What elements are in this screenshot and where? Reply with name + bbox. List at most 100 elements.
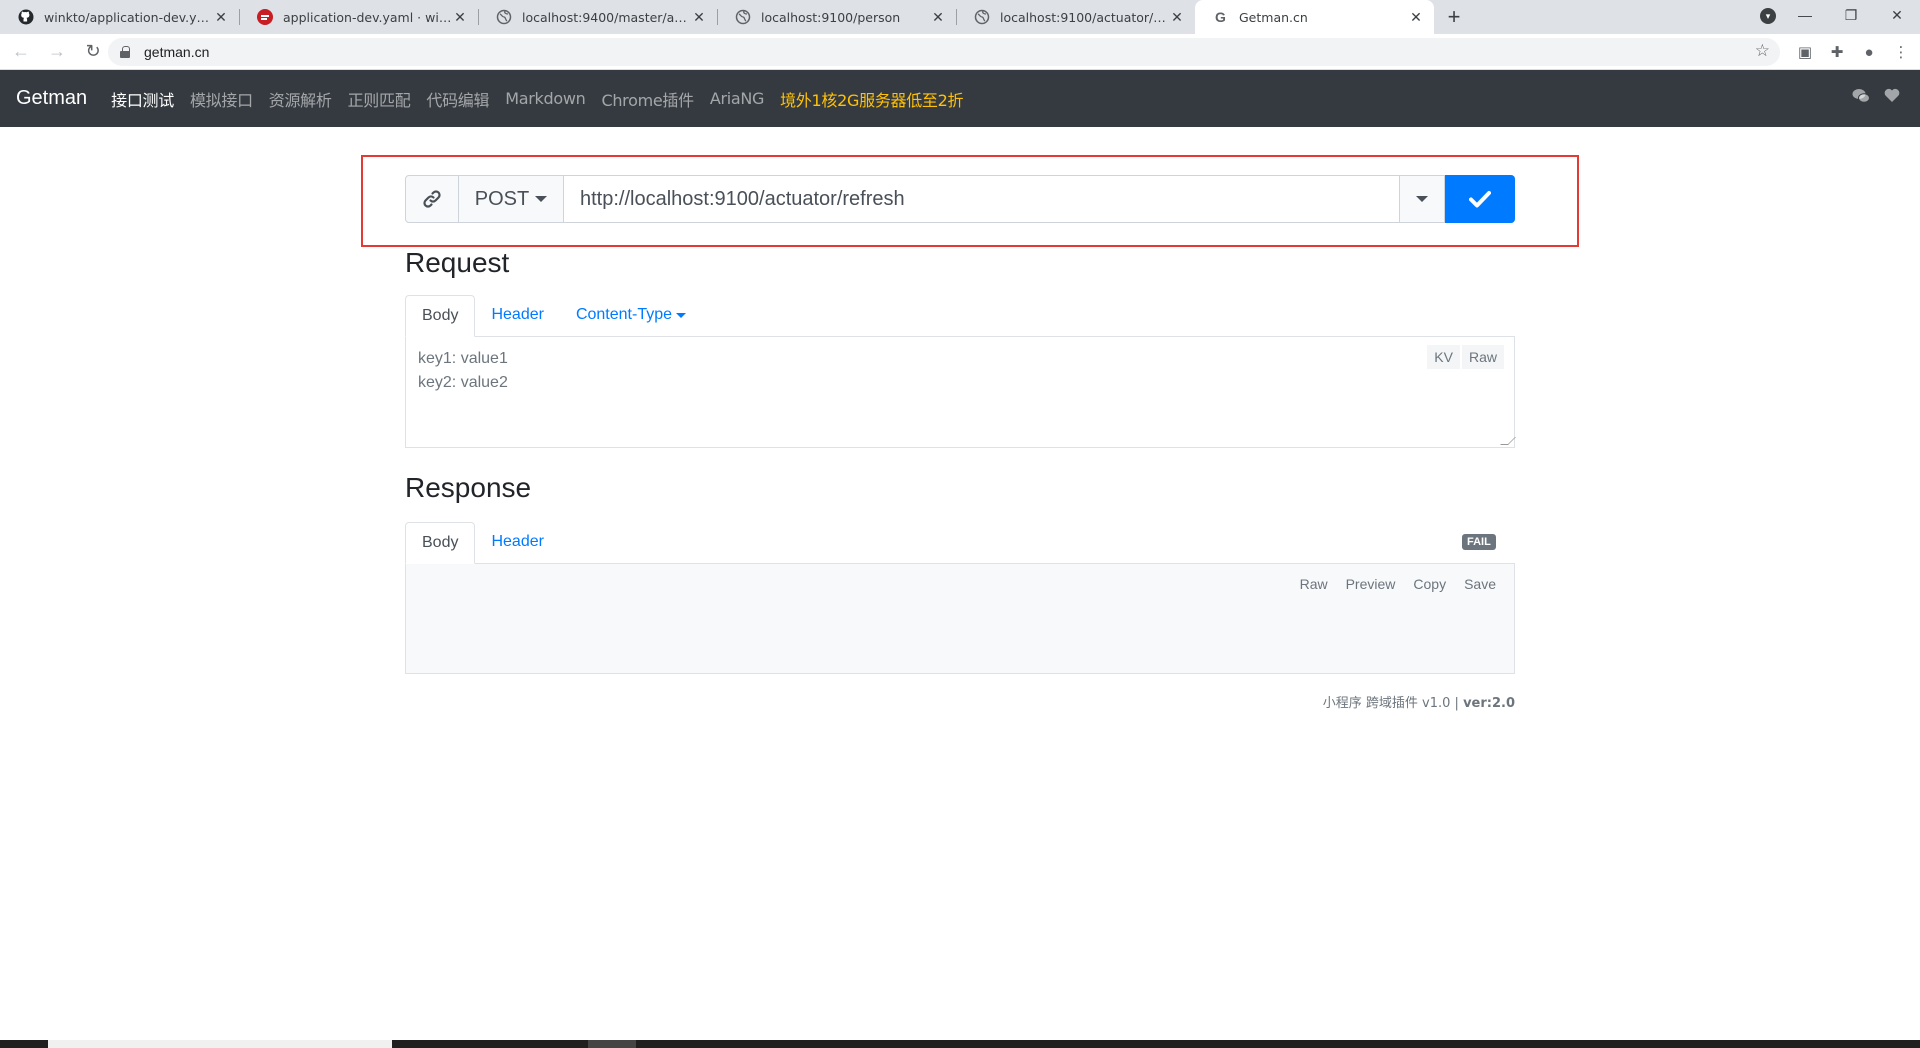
link-icon[interactable] <box>405 175 459 223</box>
back-icon[interactable]: ← <box>6 37 36 67</box>
nav-link-mock-api[interactable]: 模拟接口 <box>190 87 253 111</box>
forward-icon[interactable]: → <box>42 37 72 67</box>
send-button[interactable] <box>1445 175 1515 223</box>
svg-text:G: G <box>1215 9 1226 25</box>
chevron-down-icon <box>676 312 687 318</box>
tab-request-header[interactable]: Header <box>475 294 559 336</box>
tab-title: localhost:9400/master/applicati <box>522 9 691 25</box>
nav-link-api-test[interactable]: 接口测试 <box>111 87 174 111</box>
history-dropdown-button[interactable] <box>1400 175 1445 223</box>
address-bar[interactable]: getman.cn ☆ <box>108 38 1780 66</box>
close-icon[interactable]: ✕ <box>452 9 468 25</box>
restore-icon[interactable]: ❐ <box>1828 0 1874 30</box>
tab-title: localhost:9100/person <box>761 9 901 25</box>
globe-icon <box>974 9 990 25</box>
tab-title: Getman.cn <box>1239 9 1308 25</box>
request-tabs: Body Header Content-Type <box>405 295 1515 337</box>
menu-icon[interactable]: ⋮ <box>1892 38 1910 66</box>
close-icon[interactable]: ✕ <box>1408 9 1424 25</box>
profile-icon[interactable]: ● <box>1860 38 1878 66</box>
browser-tab[interactable]: application-dev.yaml · winkto/ ✕ <box>239 0 478 34</box>
lock-icon[interactable] <box>120 46 130 58</box>
response-actions: Raw Preview Copy Save <box>1292 572 1504 596</box>
raw-button[interactable]: Raw <box>1292 572 1336 596</box>
globe-icon <box>496 9 512 25</box>
page-footer: 小程序 跨域插件 v1.0 | ver:2.0 <box>1323 692 1515 711</box>
nav-link-ariang[interactable]: AriaNG <box>710 89 765 108</box>
heart-icon[interactable] <box>1884 88 1900 109</box>
response-heading: Response <box>405 472 532 503</box>
browser-tab[interactable]: localhost:9100/actuator/refresh ✕ <box>956 0 1195 34</box>
copy-button[interactable]: Copy <box>1405 572 1454 596</box>
tab-request-body[interactable]: Body <box>405 295 476 337</box>
chevron-down-icon <box>1416 196 1428 202</box>
preview-button[interactable]: Preview <box>1338 572 1404 596</box>
address-text: getman.cn <box>144 44 210 60</box>
extension-icons: ▣ ✚ ● ⋮ <box>1796 38 1910 66</box>
close-icon[interactable]: ✕ <box>691 9 707 25</box>
body-mode-toggle: KV Raw <box>1427 345 1504 369</box>
request-url-group: POST http://localhost:9100/actuator/refr… <box>405 175 1515 223</box>
chat-icon[interactable] <box>1852 88 1870 109</box>
bookmark-star-icon[interactable]: ☆ <box>1755 41 1770 61</box>
resize-handle[interactable] <box>1500 437 1516 445</box>
close-window-icon[interactable]: ✕ <box>1874 0 1920 30</box>
chevron-down-icon <box>535 196 548 202</box>
navbar-right-icons <box>1852 88 1900 109</box>
close-icon[interactable]: ✕ <box>1169 9 1185 25</box>
github-icon <box>18 9 34 25</box>
browser-toolbar: ← → ↻ getman.cn ☆ ▣ ✚ ● ⋮ <box>0 34 1920 70</box>
content-type-label: Content-Type <box>575 306 673 323</box>
status-badge: FAIL <box>1462 534 1496 550</box>
nav-link-regex[interactable]: 正则匹配 <box>348 87 411 111</box>
url-input[interactable]: http://localhost:9100/actuator/refresh <box>564 175 1400 223</box>
kv-mode-button[interactable]: KV <box>1427 345 1460 369</box>
tab-title: winkto/application-dev.yaml at <box>44 9 213 25</box>
google-icon: G <box>1213 9 1229 25</box>
request-body-text: key1: value1 key2: value2 <box>418 347 508 395</box>
reload-icon[interactable]: ↻ <box>78 37 108 67</box>
browser-tab[interactable]: localhost:9100/person ✕ <box>717 0 956 34</box>
nav-link-markdown[interactable]: Markdown <box>505 89 586 108</box>
site-navbar: Getman 接口测试 模拟接口 资源解析 正则匹配 代码编辑 Markdown… <box>0 70 1920 127</box>
request-body-editor[interactable]: key1: value1 key2: value2 KV Raw <box>405 337 1516 448</box>
os-taskbar <box>0 1040 1920 1048</box>
tab-title: application-dev.yaml · winkto/ <box>283 9 452 25</box>
save-button[interactable]: Save <box>1456 572 1504 596</box>
browser-tab-active[interactable]: G Getman.cn ✕ <box>1195 0 1434 34</box>
window-controls: — ❐ ✕ <box>1782 0 1920 30</box>
tab-search-icon[interactable]: ▾ <box>1760 8 1776 24</box>
browser-tab-strip: winkto/application-dev.yaml at ✕ applica… <box>0 0 1920 34</box>
method-select[interactable]: POST <box>459 175 564 223</box>
close-icon[interactable]: ✕ <box>213 9 229 25</box>
response-body-panel: Raw Preview Copy Save <box>405 564 1515 674</box>
taskbar-item[interactable] <box>588 1040 636 1048</box>
nav-link-resource-parse[interactable]: 资源解析 <box>269 87 332 111</box>
puzzle-icon[interactable]: ✚ <box>1828 38 1846 66</box>
check-icon <box>1469 191 1491 208</box>
tab-response-header[interactable]: Header <box>475 521 559 563</box>
brand-logo[interactable]: Getman <box>16 87 87 110</box>
nav-link-promo[interactable]: 境外1核2G服务器低至2折 <box>780 87 963 111</box>
tab-content-type[interactable]: Content-Type <box>560 294 702 336</box>
body-line: key2: value2 <box>418 374 508 391</box>
extension-icon[interactable]: ▣ <box>1796 38 1814 66</box>
nav-link-chrome-plugin[interactable]: Chrome插件 <box>601 87 694 111</box>
footer-links[interactable]: 小程序 跨域插件 v1.0 | <box>1323 696 1459 711</box>
url-value: http://localhost:9100/actuator/refresh <box>580 187 905 210</box>
gitee-icon <box>257 9 273 25</box>
nav-link-code-editor[interactable]: 代码编辑 <box>426 87 489 111</box>
method-value: POST <box>474 187 530 210</box>
close-icon[interactable]: ✕ <box>930 9 946 25</box>
new-tab-button[interactable]: + <box>1440 3 1468 31</box>
taskbar-item[interactable] <box>48 1040 392 1048</box>
minimize-icon[interactable]: — <box>1782 0 1828 30</box>
body-line: key1: value1 <box>418 350 508 367</box>
browser-tab[interactable]: winkto/application-dev.yaml at ✕ <box>0 0 239 34</box>
tab-title: localhost:9100/actuator/refresh <box>1000 9 1169 25</box>
version-label: ver:2.0 <box>1463 696 1515 711</box>
request-heading: Request <box>405 247 510 278</box>
browser-tab[interactable]: localhost:9400/master/applicati ✕ <box>478 0 717 34</box>
raw-mode-button[interactable]: Raw <box>1461 345 1504 369</box>
tab-response-body[interactable]: Body <box>405 522 476 564</box>
